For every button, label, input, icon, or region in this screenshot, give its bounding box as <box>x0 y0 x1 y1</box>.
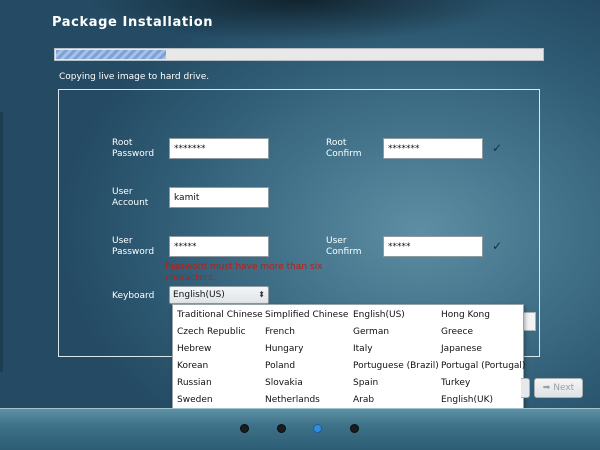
keyboard-selected-value: English(US) <box>173 290 225 300</box>
user-password-label: User Password <box>112 236 155 257</box>
keyboard-option[interactable]: Traditional Chinese <box>177 307 265 324</box>
keyboard-option[interactable]: Korean <box>177 358 265 375</box>
page-dot-2[interactable] <box>277 424 286 433</box>
user-account-field[interactable] <box>169 187 269 208</box>
page-dot-1[interactable] <box>240 424 249 433</box>
window-left-edge <box>0 112 3 372</box>
keyboard-option[interactable]: Slovakia <box>265 375 353 392</box>
root-confirm-label: Root Confirm <box>326 138 362 159</box>
user-confirm-label: User Confirm <box>326 236 362 257</box>
window-title: Package Installation <box>52 15 214 30</box>
keyboard-option[interactable]: Hong Kong <box>441 307 529 324</box>
arrow-right-icon: ➡ <box>542 383 551 393</box>
keyboard-option[interactable]: Greece <box>441 324 529 341</box>
install-status-text: Copying live image to hard drive. <box>59 72 210 82</box>
keyboard-option[interactable]: Hebrew <box>177 341 265 358</box>
keyboard-option[interactable]: Russian <box>177 375 265 392</box>
keyboard-label: Keyboard <box>112 291 155 301</box>
keyboard-option[interactable]: German <box>353 324 441 341</box>
page-dot-3[interactable] <box>313 424 322 433</box>
keyboard-option[interactable]: Japanese <box>441 341 529 358</box>
keyboard-option[interactable]: Sweden <box>177 392 265 409</box>
keyboard-option[interactable]: Portugal (Portugal) <box>441 358 529 375</box>
user-password-field[interactable] <box>169 236 269 257</box>
root-confirm-check-icon: ✓ <box>492 141 503 155</box>
keyboard-option[interactable]: Netherlands <box>265 392 353 409</box>
user-account-label: User Account <box>112 187 149 208</box>
keyboard-option[interactable]: Hungary <box>265 341 353 358</box>
bottom-dock <box>0 408 600 450</box>
keyboard-option[interactable]: Italy <box>353 341 441 358</box>
updown-chevron-icon: ⬍ <box>258 290 265 299</box>
keyboard-option[interactable]: English(US) <box>353 307 441 324</box>
root-confirm-field[interactable] <box>383 138 483 159</box>
user-confirm-field[interactable] <box>383 236 483 257</box>
next-button-label: Next <box>553 383 575 393</box>
root-password-field[interactable] <box>169 138 269 159</box>
keyboard-option[interactable]: Turkey <box>441 375 529 392</box>
next-button[interactable]: ➡ Next <box>534 378 583 398</box>
keyboard-option[interactable]: Simplified Chinese <box>265 307 353 324</box>
keyboard-option[interactable]: Poland <box>265 358 353 375</box>
keyboard-option[interactable]: Portuguese (Brazil) <box>353 358 441 375</box>
keyboard-option[interactable]: English(UK) <box>441 392 529 409</box>
install-progress-fill <box>56 50 167 59</box>
install-progress-bar <box>54 48 544 61</box>
user-confirm-check-icon: ✓ <box>492 239 503 253</box>
root-password-label: Root Password <box>112 138 155 159</box>
back-button[interactable] <box>521 378 530 398</box>
keyboard-options-menu[interactable]: Traditional Chinese Simplified Chinese Eng… <box>172 304 525 423</box>
keyboard-option[interactable]: French <box>265 324 353 341</box>
keyboard-select[interactable]: English(US) ⬍ <box>169 286 269 304</box>
keyboard-option[interactable]: Arab <box>353 392 441 409</box>
keyboard-option[interactable]: Czech Republic <box>177 324 265 341</box>
keyboard-option[interactable]: Spain <box>353 375 441 392</box>
password-error-message: Password must have more than six charact… <box>165 262 323 283</box>
page-dot-4[interactable] <box>350 424 359 433</box>
